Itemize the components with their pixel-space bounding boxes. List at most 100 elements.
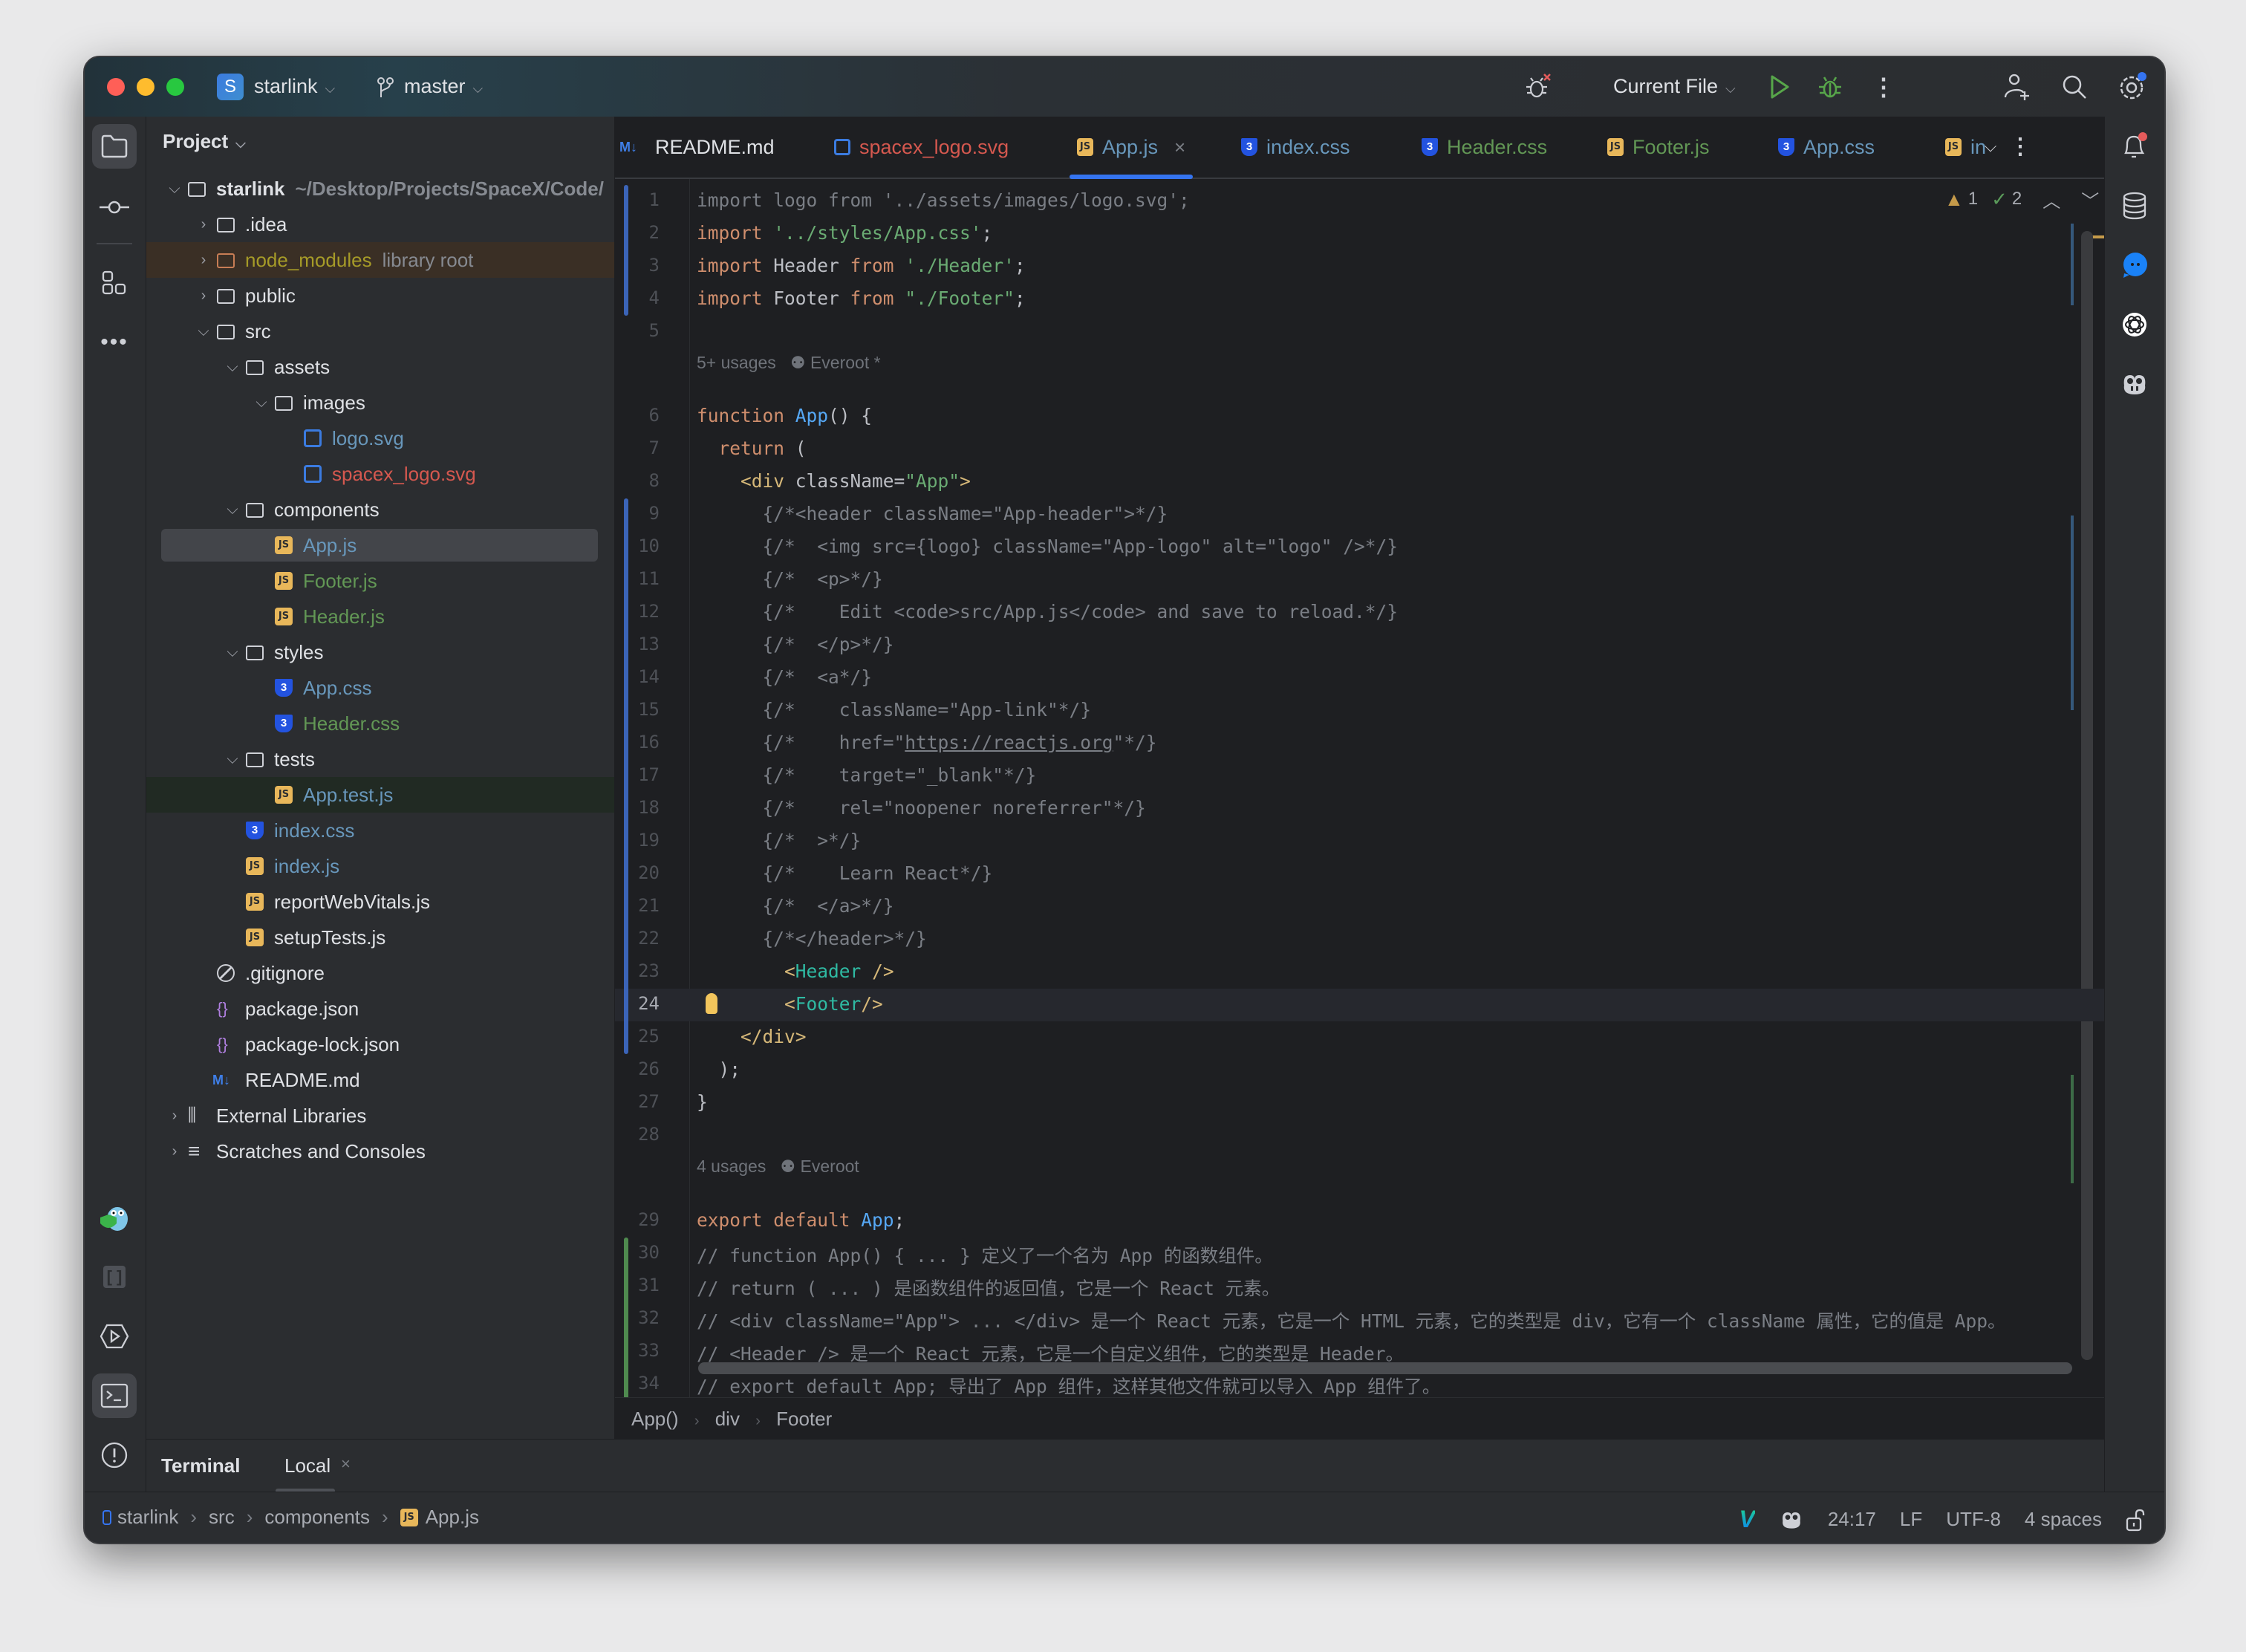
tree-file-row[interactable]: JS Footer.js [146,563,614,599]
breadcrumb-item[interactable]: Footer [776,1408,832,1430]
code-vision-hint[interactable]: 4 usages ⚉ Everoot [697,1157,859,1177]
editor-tab[interactable]: 3 App.css [1778,117,1875,178]
code-line[interactable]: <div className="App"> [697,470,971,492]
chevron-down-icon[interactable]: ⌵ [167,171,182,206]
code-editor[interactable]: ▲ 1 ✓ 2 ︿ ﹀ 1 import logo from '../assets/i… [615,179,2104,1397]
code-line[interactable]: import '../styles/App.css'; [697,222,992,244]
breadcrumb-item[interactable]: App() [631,1408,679,1430]
line-number[interactable]: 29 [615,1209,660,1230]
added-lines-marker[interactable] [624,1237,628,1397]
indent-setting[interactable]: 4 spaces [2025,1508,2102,1531]
tree-folder-row[interactable]: ⌵ images [146,385,614,420]
chevron-down-icon[interactable]: ⌵ [225,349,240,385]
editor-tab[interactable]: spacex_logo.svg [834,117,1009,178]
tree-folder-row[interactable]: ⌵ src [146,313,614,349]
breadcrumb-item[interactable]: div [715,1408,740,1430]
project-tool-button[interactable] [92,124,137,169]
tree-folder-row[interactable]: › ≡ Scratches and Consoles [146,1134,614,1169]
terminal-tool-button[interactable] [92,1373,137,1418]
status-path-item[interactable]: components [264,1506,370,1529]
terminal-tab-local[interactable]: Local [284,1454,331,1477]
more-actions-button[interactable]: ⋮ [1872,72,1895,102]
file-encoding[interactable]: UTF-8 [1946,1508,2001,1531]
commit-tool-button[interactable] [92,185,137,230]
chevron-down-icon[interactable]: ⌵ [225,492,240,527]
code-line[interactable]: {/*<header className="App-header">*/} [697,503,1168,524]
editor-tab[interactable]: JS App.js × [1070,117,1194,179]
chevron-down-icon[interactable]: ⌵ [254,385,269,420]
notifications-button[interactable] [2112,124,2157,169]
line-number[interactable]: 4 [615,287,660,308]
run-config-selector[interactable]: Current File ⌵ [1613,75,1736,98]
chevron-right-icon[interactable]: › [196,206,211,242]
openai-assistant-button[interactable] [2112,302,2157,347]
settings-button[interactable] [2115,69,2150,105]
code-line[interactable]: return ( [697,438,807,459]
modified-lines-marker[interactable] [624,185,628,316]
code-line[interactable]: {/* Edit <code>src/App.js</code> and sav… [697,601,1399,622]
line-ending[interactable]: LF [1900,1508,1922,1531]
chevron-down-icon[interactable]: ⌵ [225,634,240,670]
line-number[interactable]: 7 [615,438,660,458]
code-line[interactable]: {/* target="_blank"*/} [697,764,1037,786]
database-tool-button[interactable] [2112,183,2157,228]
line-number[interactable]: 17 [615,764,660,785]
line-number[interactable]: 25 [615,1026,660,1047]
line-number[interactable]: 31 [615,1275,660,1295]
tree-folder-row[interactable]: ⌵ tests [146,741,614,777]
line-number[interactable]: 30 [615,1242,660,1263]
copilot-button[interactable] [2112,362,2157,406]
code-line[interactable]: import logo from '../assets/images/logo.… [697,189,1190,211]
structure-tool-button[interactable] [92,261,137,305]
tree-file-row[interactable]: spacex_logo.svg [146,456,614,492]
tab-actions-button[interactable]: ⋮ [2009,131,2031,161]
line-number[interactable]: 19 [615,830,660,851]
unlock-icon[interactable] [2126,1508,2146,1532]
code-line[interactable]: {/* Learn React*/} [697,862,993,884]
project-badge[interactable]: S [217,74,244,100]
line-number[interactable]: 33 [615,1340,660,1361]
debug-button[interactable] [1815,71,1845,103]
tree-folder-row[interactable]: ⌵ components [146,492,614,527]
code-line[interactable]: <Footer/> [697,993,883,1015]
code-line[interactable]: import Footer from "./Footer"; [697,287,1026,309]
tree-file-row[interactable]: 3 index.css [146,813,614,848]
line-number[interactable]: 26 [615,1058,660,1079]
code-line[interactable]: // return ( ... ) 是函数组件的返回值，它是一个 React 元… [697,1275,1280,1301]
line-number[interactable]: 16 [615,732,660,752]
more-tools-button[interactable]: ••• [92,320,137,365]
tree-folder-row[interactable]: ⌵ styles [146,634,614,670]
project-view-selector[interactable]: Project ⌵ [163,130,246,153]
tree-file-row[interactable]: {} package.json [146,991,614,1027]
editor-horizontal-scrollbar[interactable] [698,1362,2072,1374]
lightbulb-icon[interactable] [706,993,717,1015]
line-number[interactable]: 22 [615,928,660,949]
previous-highlight-icon[interactable]: ︿ [2042,186,2060,212]
search-button[interactable] [2057,69,2092,105]
line-number[interactable]: 34 [615,1373,660,1394]
editor-tab[interactable]: JS Footer.js [1607,117,1710,178]
tree-file-row[interactable]: JS App.js [146,527,614,563]
vuejs-plugin-icon[interactable]: V [1739,1506,1754,1533]
line-number[interactable]: 28 [615,1124,660,1145]
branch-selector[interactable]: master ⌵ [376,75,483,99]
inspection-widget[interactable]: ▲ 1 ✓ 2 ︿ ﹀ [1944,186,2099,212]
chevron-down-icon[interactable]: ⌵ [225,741,240,777]
line-number[interactable]: 2 [615,222,660,243]
services-tool-button[interactable] [92,1314,137,1359]
next-highlight-icon[interactable]: ﹀ [2081,186,2099,212]
code-line[interactable]: {/* <p>*/} [697,568,883,590]
close-tab-icon[interactable]: × [341,1454,351,1474]
code-line[interactable]: {/* >*/} [697,830,862,851]
code-line[interactable]: {/* <img src={logo} className="App-logo"… [697,536,1399,557]
code-line[interactable]: // export default App; 导出了 App 组件，这样其他文件… [697,1373,1440,1397]
line-number[interactable]: 24 [615,993,660,1014]
tree-folder-row[interactable]: ⌵ assets [146,349,614,385]
code-line[interactable]: <Header /> [697,960,894,982]
tree-folder-row[interactable]: › ⫼ External Libraries [146,1098,614,1134]
chevron-right-icon[interactable]: › [167,1134,182,1169]
add-user-button[interactable] [1999,69,2035,105]
editor-tab[interactable]: JS in [1945,117,1990,178]
code-line[interactable]: } [697,1091,708,1113]
line-number[interactable]: 13 [615,634,660,654]
